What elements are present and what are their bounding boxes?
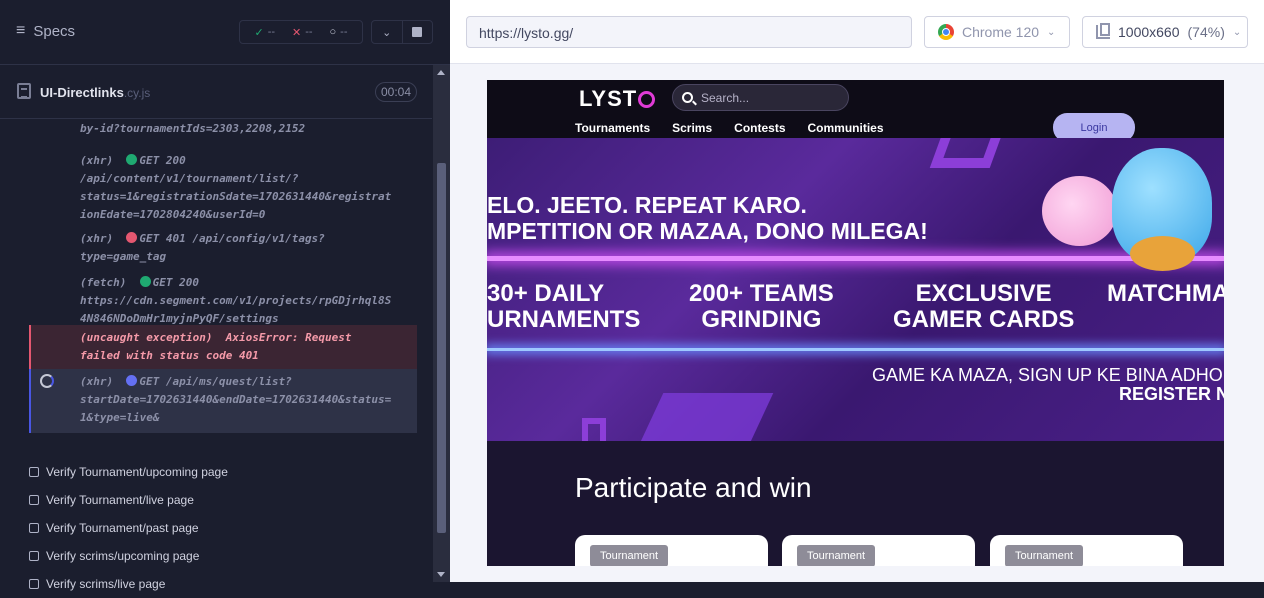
scroll-up-icon[interactable] <box>437 70 445 75</box>
test-status-icon <box>29 523 39 533</box>
browser-selector[interactable]: Chrome 120 ⌄ <box>924 16 1070 48</box>
nav-scrims[interactable]: Scrims <box>672 121 712 135</box>
hero-headline: ELO. JEETO. REPEAT KARO. <box>487 192 807 218</box>
card-tag: Tournament <box>1005 545 1083 566</box>
pending-circle-icon: ○ <box>329 26 337 38</box>
expand-button[interactable]: ⌄ <box>372 21 402 43</box>
search-icon <box>682 92 693 103</box>
section-title: Participate and win <box>575 472 812 503</box>
hero-bottom-text: GAME KA MAZA, SIGN UP KE BINA ADHO <box>872 365 1223 385</box>
decor-shape <box>630 393 774 441</box>
specs-label: Specs <box>33 22 76 40</box>
site-logo[interactable]: LYST <box>579 86 656 112</box>
nav-tournaments[interactable]: Tournaments <box>575 121 650 135</box>
viewport-selector[interactable]: 1000x660 (74%) ⌄ <box>1082 16 1248 48</box>
run-controls: ⌄ <box>371 20 433 44</box>
reporter-panel: ≡ Specs ✓ -- ✕ -- ○ -- ⌄ UI-Directlinks.cy.… <box>0 0 450 591</box>
tournament-card[interactable]: Tournament <box>575 535 768 566</box>
viewport-icon <box>1096 23 1110 39</box>
pending-log-entry[interactable]: (xhr) GET /api/ms/quest/list? startDate=… <box>29 369 417 433</box>
site-navbar: LYST Search... Tournaments Scrims Contes… <box>487 80 1224 142</box>
hero-stat: 30+ DAILY URNAMENTS <box>487 280 641 333</box>
test-item[interactable]: Verify Tournament/past page <box>29 514 429 542</box>
test-item[interactable]: Verify scrims/upcoming page <box>29 542 429 570</box>
hero-stat: EXCLUSIVE GAMER CARDS <box>893 280 1075 333</box>
tournament-card[interactable]: Tournament <box>782 535 975 566</box>
hero-stat: MATCHMA <box>1107 280 1224 307</box>
log-entry[interactable]: (xhr) GET 401 /api/config/v1/tags? type=… <box>29 228 417 274</box>
specs-list-icon: ≡ <box>16 22 26 39</box>
hero-subheadline: MPETITION OR MAZAA, DONO MILEGA! <box>487 218 928 244</box>
spec-duration: 00:04 <box>375 82 417 102</box>
test-status-icon <box>29 495 39 505</box>
check-icon: ✓ <box>254 26 264 39</box>
stop-icon <box>412 27 423 37</box>
reporter-header: ≡ Specs ✓ -- ✕ -- ○ -- ⌄ <box>0 0 450 65</box>
decor-shape <box>582 418 606 441</box>
neon-line <box>487 256 1224 261</box>
hero-stat: 200+ TEAMS GRINDING <box>689 280 834 333</box>
status-dot-icon <box>139 276 151 287</box>
chrome-icon <box>938 24 954 40</box>
test-status-icon <box>29 467 39 477</box>
runner-header: https://lysto.gg/ Chrome 120 ⌄ 1000x660 … <box>450 0 1264 64</box>
error-log-entry[interactable]: (uncaught exception) AxiosError: Request… <box>29 325 417 369</box>
loading-spinner-icon <box>40 374 54 388</box>
document-icon <box>17 83 31 99</box>
specs-button[interactable]: ≡ Specs <box>16 22 75 40</box>
passed-stat: ✓ -- <box>254 26 276 39</box>
neon-line <box>487 348 1224 351</box>
app-under-test-frame: LYST Search... Tournaments Scrims Contes… <box>487 80 1224 566</box>
reporter-scrollbar[interactable] <box>433 65 450 582</box>
chevron-down-icon: ⌄ <box>1232 26 1242 38</box>
card-tag: Tournament <box>797 545 875 566</box>
log-entry[interactable]: (xhr) GET 200 /api/content/v1/tournament… <box>29 146 417 228</box>
log-entry[interactable]: by-id?tournamentIds=2303,2208,2152 <box>29 120 417 146</box>
site-nav-links: Tournaments Scrims Contests Communities <box>575 121 884 135</box>
site-search-input[interactable]: Search... <box>672 84 849 111</box>
test-status-icon <box>29 551 39 561</box>
nav-communities[interactable]: Communities <box>808 121 884 135</box>
stop-button[interactable] <box>401 21 433 43</box>
test-status-icon <box>29 579 39 589</box>
spec-file-name: UI-Directlinks.cy.js <box>40 85 151 100</box>
status-dot-icon <box>126 375 138 386</box>
chevron-down-icon: ⌄ <box>1047 26 1056 38</box>
pending-stat: ○ -- <box>329 26 348 38</box>
test-item[interactable]: Verify Tournament/live page <box>29 486 429 514</box>
x-icon: ✕ <box>292 26 302 39</box>
failed-stat: ✕ -- <box>292 26 313 39</box>
spec-file-header[interactable]: UI-Directlinks.cy.js 00:04 <box>0 75 432 119</box>
decor-shape <box>929 138 1005 168</box>
test-item[interactable]: Verify Tournament/upcoming page <box>29 458 429 486</box>
command-log: by-id?tournamentIds=2303,2208,2152 (xhr)… <box>29 120 417 433</box>
runner-panel: https://lysto.gg/ Chrome 120 ⌄ 1000x660 … <box>450 0 1264 582</box>
test-item[interactable]: Verify scrims/live page <box>29 570 429 598</box>
card-tag: Tournament <box>590 545 668 566</box>
status-dot-icon <box>126 154 138 165</box>
status-dot-icon <box>126 232 138 243</box>
mascot-pink-character <box>1042 176 1117 246</box>
mascot-blue-character <box>1112 148 1212 271</box>
scroll-down-icon[interactable] <box>437 572 445 577</box>
logo-ring-icon <box>638 91 656 108</box>
tournament-card[interactable]: Tournament <box>990 535 1183 566</box>
log-entry[interactable]: (fetch) GET 200 https://cdn.segment.com/… <box>29 274 417 325</box>
hero-banner: ELO. JEETO. REPEAT KARO. MPETITION OR MA… <box>487 138 1224 441</box>
test-stats: ✓ -- ✕ -- ○ -- <box>239 20 363 44</box>
scrollbar-thumb[interactable] <box>437 163 446 533</box>
test-list: Verify Tournament/upcoming page Verify T… <box>29 458 429 598</box>
url-bar[interactable]: https://lysto.gg/ <box>466 16 912 48</box>
chevron-down-icon: ⌄ <box>382 26 392 39</box>
nav-contests[interactable]: Contests <box>734 121 785 135</box>
hero-register-text: REGISTER N <box>1119 384 1224 404</box>
